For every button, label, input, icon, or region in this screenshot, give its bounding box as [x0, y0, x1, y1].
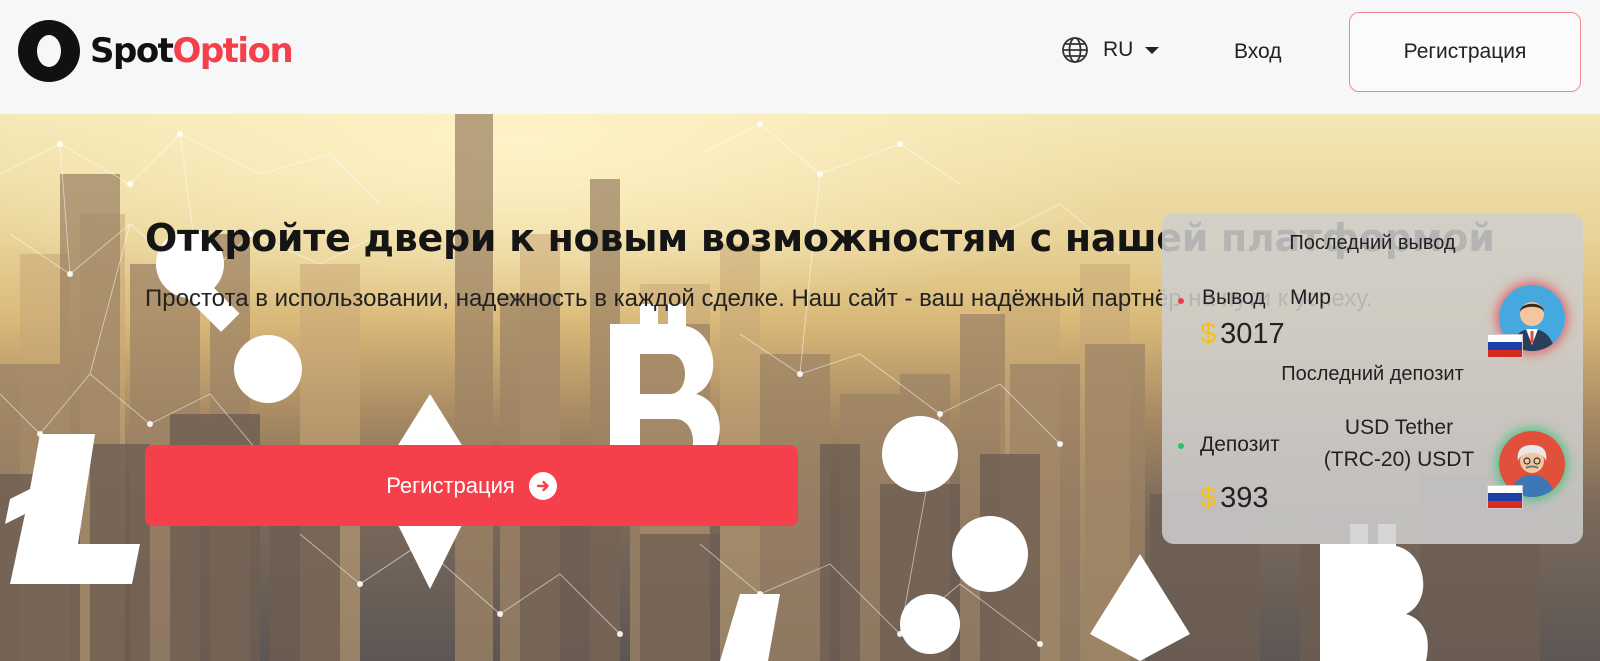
- register-button-hero[interactable]: Регистрация: [145, 445, 798, 526]
- register-button-hero-label: Регистрация: [386, 472, 515, 498]
- deposit-type-label: Депозит: [1200, 433, 1280, 456]
- logo-text-part2: Option: [172, 31, 293, 71]
- withdrawal-currency: $: [1200, 318, 1217, 350]
- globe-icon: [1062, 37, 1088, 63]
- withdrawal-amount: $3017: [1200, 318, 1285, 351]
- deposit-amount: $393: [1200, 482, 1269, 515]
- deposit-amount-value: 393: [1220, 482, 1269, 514]
- withdrawal-amount-value: 3017: [1220, 318, 1285, 350]
- language-selector[interactable]: RU: [1061, 36, 1160, 64]
- logo-text-part1: Spot: [90, 31, 174, 71]
- last-withdrawal-heading: Последний вывод: [1289, 232, 1456, 254]
- deposit-country-flag-icon: [1487, 485, 1523, 509]
- deposit-method-line1: USD Tether: [1344, 416, 1454, 439]
- register-button-header[interactable]: Регистрация: [1349, 12, 1581, 92]
- withdrawal-status-dot: [1178, 298, 1184, 304]
- deposit-currency: $: [1200, 482, 1217, 514]
- logo-mark-icon: [18, 20, 80, 82]
- site-header: SpotOption RU Вход Регистрация: [0, 0, 1600, 114]
- withdrawal-country-flag-icon: [1487, 334, 1523, 358]
- last-deposit-heading: Последний депозит: [1281, 363, 1464, 385]
- live-transactions-panel: Последний вывод Вывод Мир $3017 Последни…: [1162, 213, 1583, 544]
- withdrawal-type-label: Вывод: [1202, 286, 1266, 309]
- deposit-method-line2: (TRC-20) USDT: [1323, 448, 1475, 471]
- withdrawal-method: Мир: [1290, 286, 1331, 309]
- logo-text: SpotOption: [90, 31, 294, 71]
- chevron-down-icon: [1145, 46, 1160, 54]
- language-code: RU: [1103, 38, 1134, 61]
- logo[interactable]: SpotOption: [18, 20, 294, 82]
- arrow-right-circle-icon: [528, 471, 557, 500]
- deposit-status-dot: [1178, 443, 1184, 449]
- login-link[interactable]: Вход: [1234, 40, 1282, 64]
